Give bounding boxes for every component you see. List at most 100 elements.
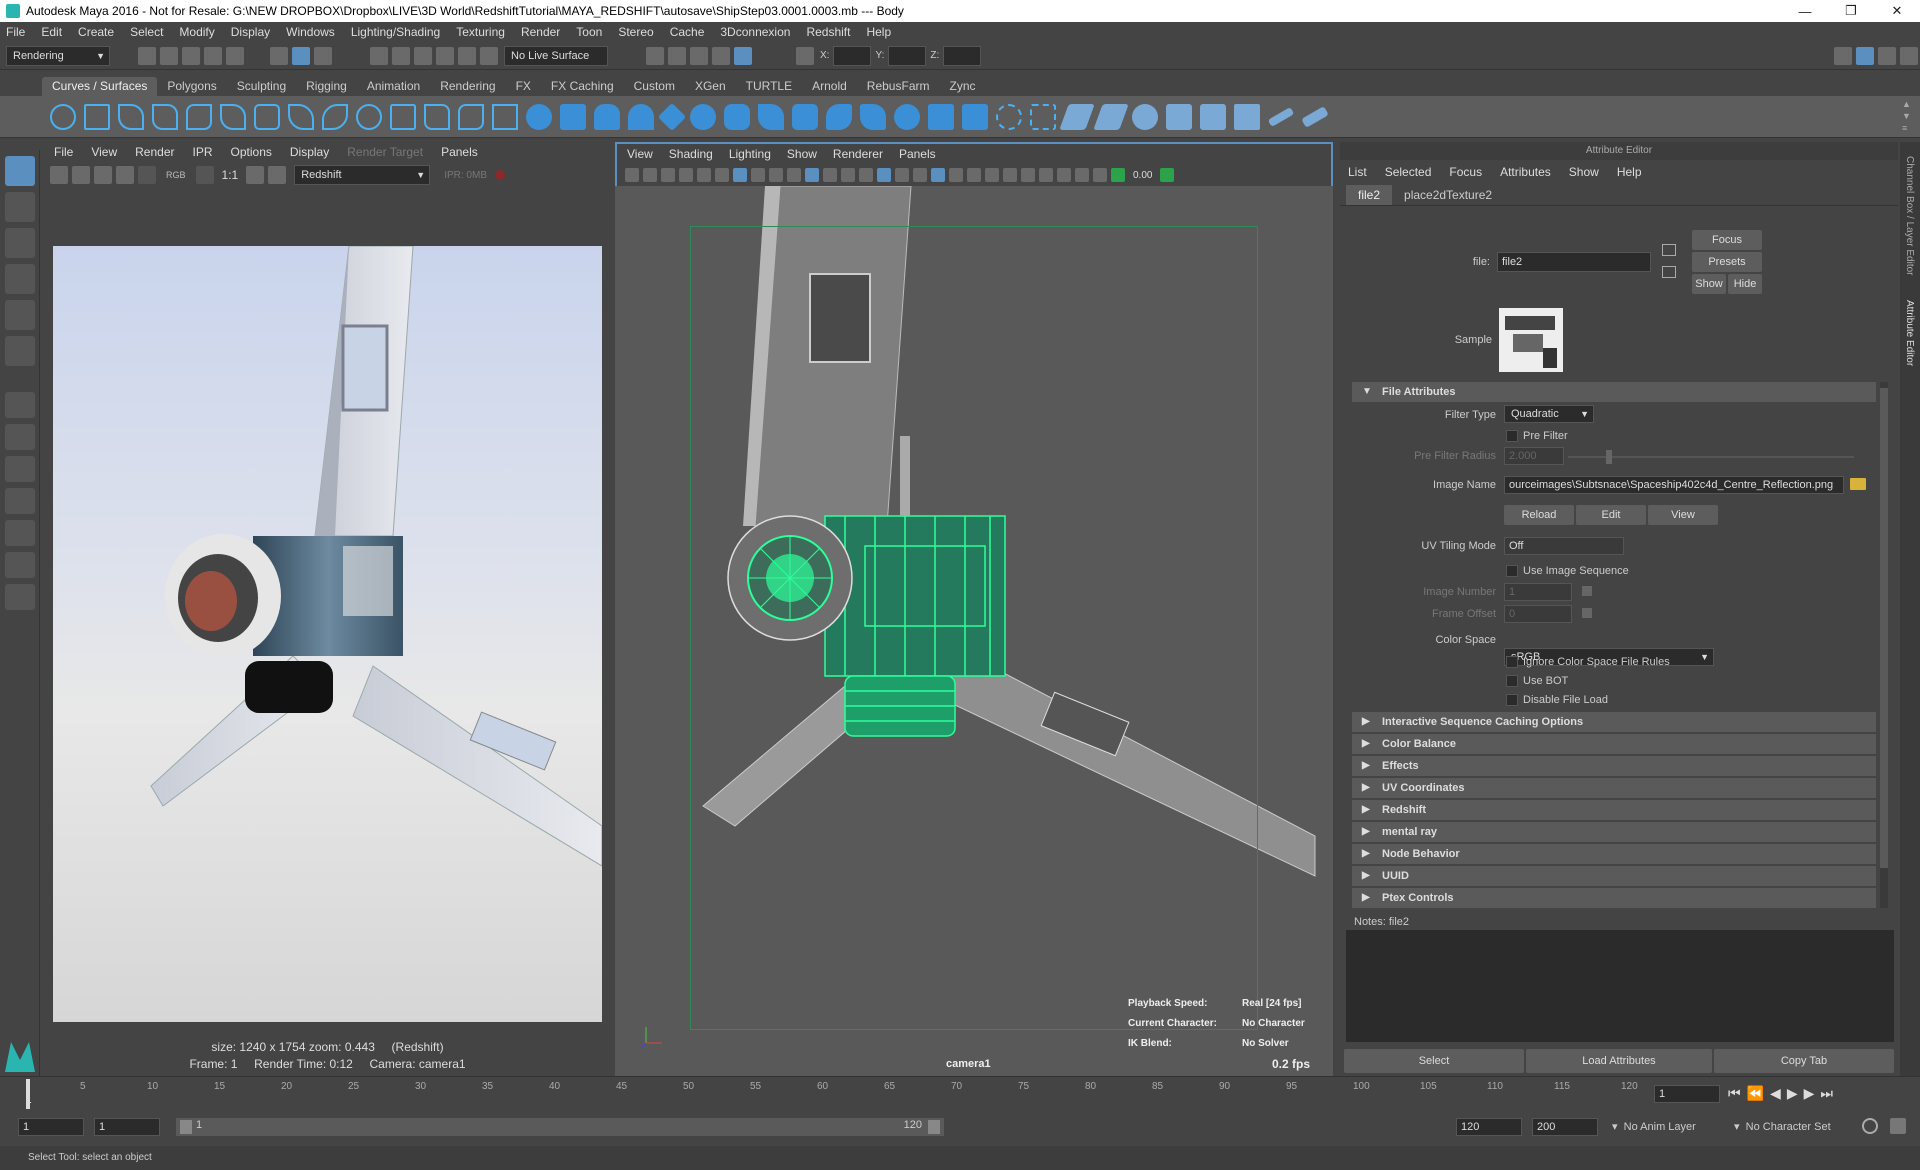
use-image-sequence-checkbox[interactable]: [1506, 565, 1518, 577]
bookmark-icon[interactable]: [661, 168, 675, 182]
modeling-toolkit-icon[interactable]: [1834, 46, 1852, 65]
ae-menu-show[interactable]: Show: [1569, 165, 1599, 179]
exposure-icon[interactable]: [1111, 168, 1125, 182]
y-field[interactable]: [888, 45, 927, 66]
render-frame-icon[interactable]: [668, 46, 686, 65]
select-tool-icon[interactable]: [5, 156, 35, 186]
show-button[interactable]: Show: [1692, 274, 1726, 294]
menu-select[interactable]: Select: [130, 25, 163, 39]
render-settings-icon[interactable]: [646, 46, 664, 65]
go-to-start-icon[interactable]: ⏮: [1728, 1085, 1747, 1101]
presets-button[interactable]: Presets: [1692, 252, 1762, 272]
ae-menu-focus[interactable]: Focus: [1449, 165, 1482, 179]
select-button[interactable]: Select: [1344, 1049, 1524, 1073]
menu-texturing[interactable]: Texturing: [456, 25, 505, 39]
folder-icon[interactable]: [1850, 478, 1866, 490]
section-uv-coordinates[interactable]: ▶ UV Coordinates: [1352, 778, 1876, 798]
ae-menu-selected[interactable]: Selected: [1385, 165, 1432, 179]
image-name-field[interactable]: ourceimages\Subtsnace\Spaceship402c4d_Ce…: [1504, 476, 1844, 494]
edit-button[interactable]: Edit: [1576, 505, 1646, 525]
image-plane-icon[interactable]: [679, 168, 693, 182]
xray-joints-icon[interactable]: [1075, 168, 1089, 182]
nurbs-plane-icon[interactable]: [657, 102, 687, 131]
go-to-end-icon[interactable]: ⏭: [1820, 1085, 1839, 1101]
filter-type-dropdown[interactable]: Quadratic ▼: [1504, 405, 1594, 423]
sculpt-tool-icon[interactable]: [1267, 106, 1295, 127]
bezier-curve-icon[interactable]: [220, 103, 246, 130]
attach-surfaces-icon[interactable]: [1132, 103, 1158, 130]
keep-image-icon[interactable]: [246, 166, 265, 184]
outliner-layout-icon[interactable]: [5, 488, 35, 514]
offset-curve-icon[interactable]: [322, 103, 348, 130]
safe-title-icon[interactable]: [841, 168, 855, 182]
multisample-icon[interactable]: [1003, 168, 1017, 182]
menu-windows[interactable]: Windows: [286, 25, 335, 39]
menu-3dconnexion[interactable]: 3Dconnexion: [720, 25, 790, 39]
undo-icon[interactable]: [204, 46, 222, 65]
new-scene-icon[interactable]: [138, 46, 156, 65]
hypershade-icon[interactable]: [734, 46, 752, 65]
current-time-marker[interactable]: [26, 1079, 30, 1109]
shelf-tab-polygons[interactable]: Polygons: [157, 77, 226, 96]
select-component-icon[interactable]: [314, 46, 332, 65]
wireframe-on-shaded-icon[interactable]: [895, 168, 909, 182]
rotate-tool-icon[interactable]: [5, 300, 35, 330]
redo-icon[interactable]: [226, 46, 244, 65]
cv-curve-icon[interactable]: [118, 103, 144, 130]
section-ptex-controls[interactable]: ▶ Ptex Controls: [1352, 888, 1876, 908]
character-set-dropdown[interactable]: ▾ No Character Set: [1734, 1120, 1831, 1133]
use-bot-checkbox[interactable]: [1506, 675, 1518, 687]
shelf-tab-fx[interactable]: FX: [506, 77, 541, 96]
surface-fillet-icon[interactable]: [928, 103, 954, 130]
loft-icon[interactable]: [758, 103, 784, 130]
revolve-icon[interactable]: [724, 103, 750, 130]
vp-menu-view[interactable]: View: [627, 147, 653, 161]
section-uuid[interactable]: ▶ UUID: [1352, 866, 1876, 886]
nurbs-cone-icon[interactable]: [628, 103, 654, 130]
nurbs-cylinder-icon[interactable]: [594, 103, 620, 130]
menu-cache[interactable]: Cache: [670, 25, 705, 39]
film-gate-icon[interactable]: [751, 168, 765, 182]
focus-button[interactable]: Focus: [1692, 230, 1762, 250]
shadows-icon[interactable]: [949, 168, 963, 182]
select-hierarchy-icon[interactable]: [270, 46, 288, 65]
load-attributes-button[interactable]: Load Attributes: [1526, 1049, 1712, 1073]
extend-curve-icon[interactable]: [492, 103, 518, 130]
x-field[interactable]: [833, 45, 872, 66]
close-button[interactable]: ✕: [1874, 3, 1920, 19]
exposure-field[interactable]: 0.00: [1133, 170, 1152, 181]
two-pane-layout-icon[interactable]: [5, 456, 35, 482]
view-button[interactable]: View: [1648, 505, 1718, 525]
anim-start-field[interactable]: 1: [18, 1118, 84, 1136]
scale-tool-icon[interactable]: [5, 336, 35, 366]
input-connection-icon[interactable]: [1662, 244, 1676, 256]
shelf-tab-zync[interactable]: Zync: [939, 77, 985, 96]
shelf-tab-rebusfarm[interactable]: RebusFarm: [857, 77, 940, 96]
reload-button[interactable]: Reload: [1504, 505, 1574, 525]
range-bar[interactable]: 1 120: [176, 1118, 944, 1136]
channel-box-icon[interactable]: [1900, 46, 1918, 65]
shelf-tab-sculpting[interactable]: Sculpting: [227, 77, 296, 96]
restore-button[interactable]: ❐: [1828, 3, 1874, 19]
detach-curves-icon[interactable]: [424, 103, 450, 130]
alpha-channel-icon[interactable]: [195, 166, 214, 184]
camera-attributes-icon[interactable]: [643, 168, 657, 182]
field-chart-icon[interactable]: [805, 168, 819, 182]
menu-lighting-shading[interactable]: Lighting/Shading: [351, 25, 440, 39]
vp-menu-renderer[interactable]: Renderer: [833, 147, 883, 161]
anim-layer-dropdown[interactable]: ▾ No Anim Layer: [1612, 1120, 1696, 1133]
single-pane-layout-icon[interactable]: [5, 392, 35, 418]
anim-end-field[interactable]: 200: [1532, 1118, 1598, 1136]
extrude-icon[interactable]: [826, 103, 852, 130]
graph-layout-icon[interactable]: [5, 520, 35, 546]
four-pane-layout-icon[interactable]: [5, 424, 35, 450]
two-d-pan-icon[interactable]: [697, 168, 711, 182]
menu-modify[interactable]: Modify: [179, 25, 214, 39]
current-frame-field[interactable]: 1: [1654, 1085, 1720, 1103]
nurbs-sphere-icon[interactable]: [526, 103, 552, 130]
animation-prefs-icon[interactable]: [1890, 1118, 1906, 1134]
grid-icon[interactable]: [733, 168, 747, 182]
project-curve-icon[interactable]: [996, 103, 1022, 130]
grease-pencil-icon[interactable]: [715, 168, 729, 182]
copy-tab-button[interactable]: Copy Tab: [1714, 1049, 1894, 1073]
